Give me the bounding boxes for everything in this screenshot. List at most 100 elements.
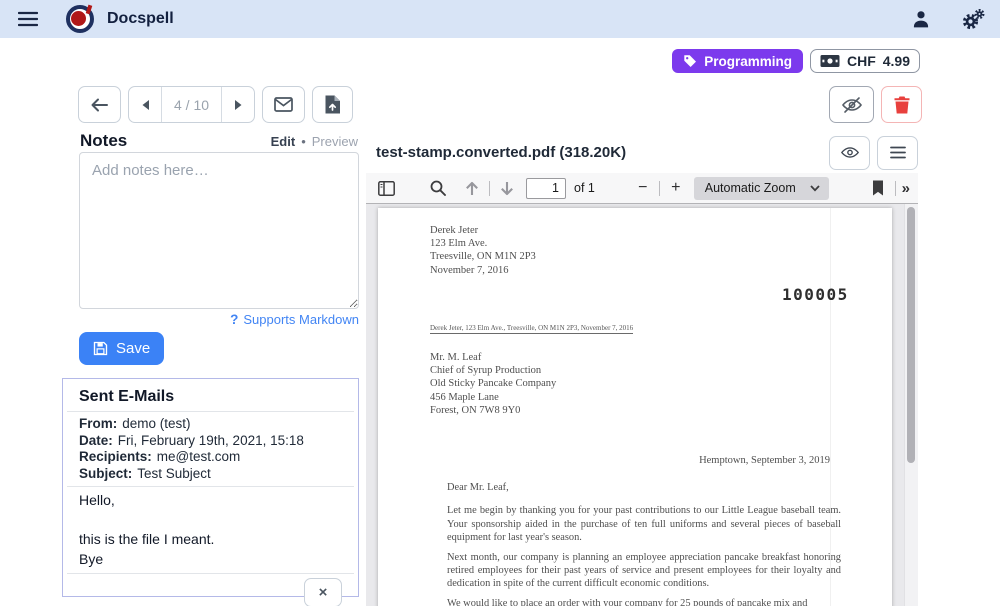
divider (659, 181, 660, 196)
back-button[interactable] (78, 86, 121, 123)
pdf-prev-page-button[interactable] (461, 176, 483, 200)
from-value: demo (test) (122, 416, 190, 431)
page-nav-group: 4 / 10 (128, 86, 255, 123)
mail-body-line: Hello, (79, 491, 342, 511)
close-mail-view-button[interactable]: × (304, 578, 342, 606)
markdown-hint: ? Supports Markdown (79, 312, 359, 327)
chevron-down-icon (810, 185, 820, 192)
sidebar-toggle-icon (378, 181, 395, 196)
top-navbar: Docspell (0, 0, 1000, 38)
pdf-bookmark-button[interactable] (867, 176, 889, 200)
pdf-scrollbar-thumb[interactable] (907, 207, 915, 463)
pdf-page-number-input[interactable] (526, 178, 566, 199)
markdown-hint-link[interactable]: Supports Markdown (243, 312, 359, 327)
recipients-value: me@test.com (157, 449, 240, 464)
stamp-number: 100005 (782, 285, 849, 304)
next-item-button[interactable] (221, 87, 254, 122)
tag-label: Programming (704, 54, 792, 69)
send-mail-button[interactable] (262, 86, 305, 123)
caret-right-icon (234, 99, 243, 111)
save-button-label: Save (116, 340, 150, 357)
currency-code: CHF (847, 53, 876, 69)
user-account-button[interactable] (904, 4, 938, 34)
divider (489, 181, 490, 196)
tag-icon (683, 54, 697, 68)
letter-paragraph: We would like to place an order with you… (447, 597, 841, 606)
eye-slash-icon (841, 96, 863, 114)
sent-emails-panel: Sent E-Mails From:demo (test) Date:Fri, … (62, 378, 359, 597)
prev-item-button[interactable] (129, 87, 162, 122)
letter-paragraph: Next month, our company is planning an e… (447, 551, 841, 591)
pdf-header: test-stamp.converted.pdf (318.20K) (366, 134, 918, 171)
mail-recipients-row: Recipients: me@test.com (79, 449, 342, 466)
add-file-button[interactable] (312, 86, 353, 123)
pdf-more-tools-button[interactable]: » (902, 180, 909, 197)
mail-body: Hello, this is the file I meant. Bye (79, 491, 342, 569)
mail-subject-row: Subject:Test Subject (79, 466, 342, 483)
zoom-out-button[interactable]: − (633, 179, 653, 197)
zoom-level-value: Automatic Zoom (705, 181, 796, 195)
notes-preview-tab[interactable]: Preview (312, 134, 358, 149)
mail-body-line: this is the file I meant. (79, 530, 342, 550)
from-label: From: (79, 416, 117, 431)
search-icon (430, 180, 446, 196)
app-title: Docspell (107, 10, 174, 28)
toggle-visibility-button[interactable] (829, 86, 874, 123)
arrow-left-icon (90, 97, 109, 113)
letter-reference-line: Derek Jeter, 123 Elm Ave., Treesville, O… (430, 324, 633, 334)
notes-tab-separator: • (301, 134, 306, 149)
notes-input[interactable] (79, 152, 359, 309)
zoom-level-select[interactable]: Automatic Zoom (694, 177, 829, 200)
notes-edit-tab[interactable]: Edit (271, 134, 296, 149)
mail-from-row: From: demo (test) (79, 416, 342, 433)
question-icon: ? (230, 312, 238, 327)
tag-badge[interactable]: Programming (672, 49, 803, 73)
delete-item-button[interactable] (881, 86, 922, 123)
subject-value: Test Subject (137, 466, 211, 481)
menu-lines-icon (890, 146, 906, 159)
bookmark-icon (872, 180, 884, 196)
caret-left-icon (141, 99, 150, 111)
letter-recipient-block: Mr. M. Leaf Chief of Syrup Production Ol… (430, 351, 556, 417)
banknote-icon (820, 54, 840, 68)
eye-icon (840, 145, 860, 160)
pdf-search-button[interactable] (427, 176, 449, 200)
pdfjs-toolbar: of 1 − + Automatic Zoom » (366, 173, 918, 204)
pdf-viewport[interactable]: Derek Jeter 123 Elm Ave. Treesville, ON … (366, 204, 918, 606)
notes-title: Notes (80, 131, 127, 151)
attachment-menu-button[interactable] (877, 136, 918, 170)
app-window: Docspell Programming (0, 0, 1000, 606)
notes-header: Notes Edit • Preview (80, 131, 358, 151)
gears-icon (961, 8, 985, 30)
settings-button[interactable] (956, 4, 990, 34)
pdf-panel: test-stamp.converted.pdf (318.20K) (366, 134, 918, 606)
menu-toggle-button[interactable] (11, 4, 45, 34)
preview-attachment-button[interactable] (829, 136, 870, 170)
pdf-next-page-button[interactable] (496, 176, 518, 200)
floppy-save-icon (93, 341, 108, 356)
trash-icon (894, 96, 910, 114)
recipients-label: Recipients: (79, 449, 152, 464)
zoom-in-button[interactable]: + (666, 179, 686, 197)
pdf-page: Derek Jeter 123 Elm Ave. Treesville, ON … (378, 208, 892, 606)
letter-date-line: Hemptown, September 3, 2019 (699, 455, 830, 466)
letter-sender-block: Derek Jeter 123 Elm Ave. Treesville, ON … (430, 224, 536, 277)
item-badges: Programming CHF 4.99 (672, 49, 920, 73)
save-notes-button[interactable]: Save (79, 332, 164, 365)
letter-salutation: Dear Mr. Leaf, (447, 481, 841, 494)
amount-badge[interactable]: CHF 4.99 (810, 49, 920, 73)
item-toolbar: 4 / 10 (78, 86, 353, 123)
document-actions (829, 86, 922, 123)
letter-paragraph: Let me begin by thanking you for your pa… (447, 504, 841, 544)
sidebar-toggle-button[interactable] (375, 176, 397, 200)
attachment-filename: test-stamp.converted.pdf (318.20K) (376, 144, 626, 161)
arrow-up-icon (465, 181, 479, 196)
arrow-down-icon (500, 181, 514, 196)
hamburger-icon (18, 11, 38, 27)
divider (67, 573, 354, 574)
divider (67, 486, 354, 487)
mail-body-line (79, 511, 342, 531)
item-position-indicator: 4 / 10 (162, 87, 221, 122)
divider (67, 411, 354, 412)
mail-body-line: Bye (79, 550, 342, 570)
